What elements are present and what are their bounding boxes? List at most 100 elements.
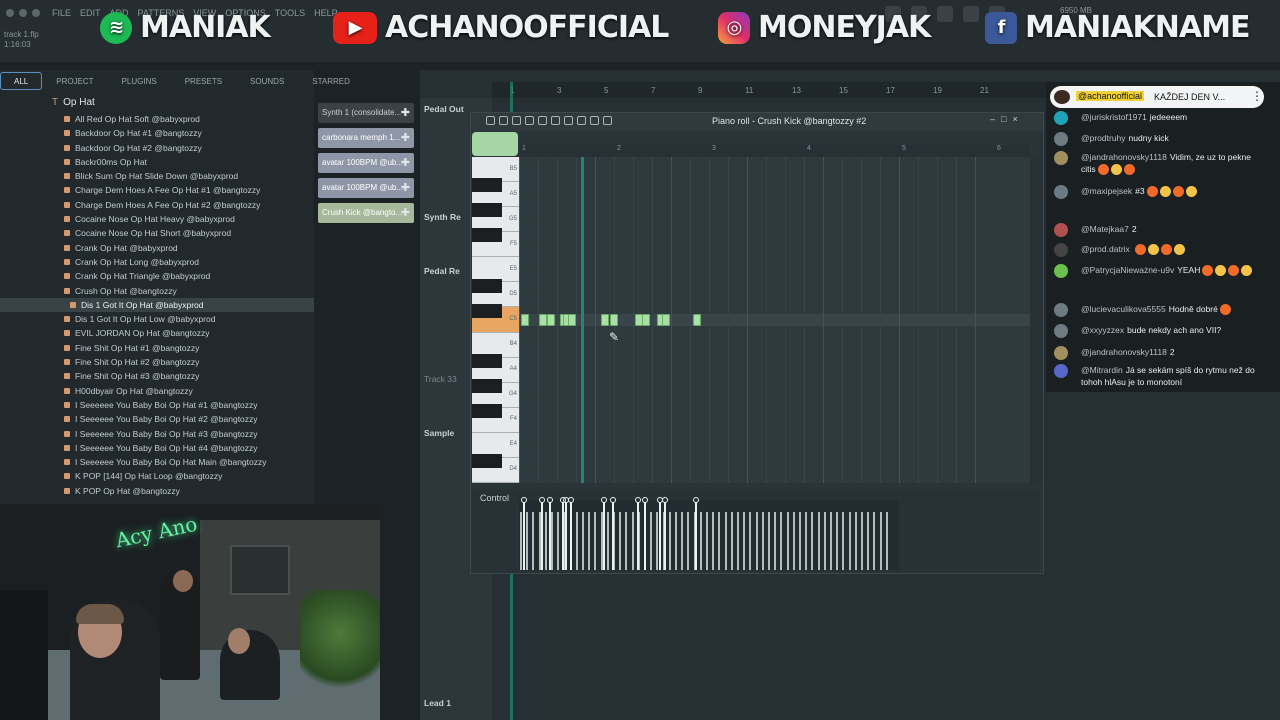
chat-username[interactable]: @xxyyzzex — [1081, 325, 1124, 335]
piano-keyboard[interactable]: B5 A5 G5 F5 E5 D5 C5 B4 A4 G4 F4 E4 D4 — [472, 157, 519, 483]
velocity-bar[interactable] — [557, 512, 560, 570]
plus-icon[interactable]: ✚ — [401, 153, 410, 173]
avatar[interactable] — [1054, 151, 1068, 165]
velocity-bar[interactable] — [786, 512, 789, 570]
tab-sounds[interactable]: SOUNDS — [236, 72, 298, 90]
velocity-bar[interactable] — [520, 512, 522, 570]
tab-plugins[interactable]: PLUGINS — [108, 72, 171, 90]
list-item[interactable]: Cocaine Nose Op Hat Heavy @babyxprod — [0, 212, 314, 226]
track-label[interactable]: Track 33 — [424, 374, 457, 384]
track-label[interactable]: Pedal Out — [424, 104, 464, 114]
velocity-bar[interactable] — [768, 512, 770, 570]
note[interactable] — [546, 314, 555, 326]
velocity-bar[interactable] — [706, 512, 708, 570]
list-item[interactable]: I Seeeeee You Baby Boi Op Hat #3 @bangto… — [0, 427, 314, 441]
velocity-bar[interactable] — [544, 512, 547, 570]
menu-file[interactable]: FILE — [52, 8, 71, 18]
browser-folder[interactable]: T Op Hat — [52, 97, 95, 108]
velocity-handle[interactable] — [634, 497, 641, 503]
maximize-icon[interactable]: □ — [1001, 114, 1006, 124]
tab-all[interactable]: ALL — [0, 72, 43, 90]
note-velocity[interactable] — [602, 502, 605, 570]
chat-username[interactable]: @prod.datrix — [1081, 244, 1130, 254]
list-item[interactable]: Crush Op Hat @bangtozzy — [0, 284, 314, 298]
velocity-bar[interactable] — [650, 512, 653, 570]
velocity-bar[interactable] — [861, 512, 863, 570]
list-item[interactable]: Charge Dem Hoes A Fee Op Hat #2 @bangtoz… — [0, 198, 314, 212]
list-item[interactable]: K POP [144] Op Hat Loop @bangtozzy — [0, 469, 314, 483]
channel-button[interactable]: Crush Kick @bangto... ✚ — [318, 203, 414, 223]
velocity-bar[interactable] — [588, 512, 591, 570]
playback-icon[interactable] — [603, 116, 612, 125]
velocity-bar[interactable] — [594, 512, 597, 570]
avatar[interactable] — [1054, 111, 1068, 125]
black-key[interactable] — [472, 203, 502, 218]
velocity-bar[interactable] — [867, 512, 870, 570]
velocity-handle[interactable] — [641, 497, 648, 503]
velocity-bar[interactable] — [668, 512, 671, 570]
velocity-bar[interactable] — [842, 512, 845, 570]
velocity-bar[interactable] — [625, 512, 628, 570]
note-velocity[interactable] — [548, 502, 551, 570]
black-key[interactable] — [472, 353, 502, 368]
note-velocity[interactable] — [570, 502, 573, 570]
velocity-bar[interactable] — [854, 512, 857, 570]
list-item[interactable]: I Seeeeee You Baby Boi Op Hat #4 @bangto… — [0, 441, 314, 455]
list-item[interactable]: EVIL JORDAN Op Hat @bangtozzy — [0, 326, 314, 340]
velocity-bar[interactable] — [811, 512, 814, 570]
chat-username[interactable]: @PatrycjaNieważne-u9v — [1081, 265, 1174, 275]
black-key[interactable] — [472, 228, 502, 243]
velocity-bar[interactable] — [817, 512, 820, 570]
avatar[interactable] — [1054, 223, 1068, 237]
channel-button[interactable]: carbonara memph 1... ✚ — [318, 128, 414, 148]
menu-tools[interactable]: TOOLS — [275, 8, 305, 18]
piano-roll-icon[interactable] — [937, 6, 953, 22]
piano-roll-grid[interactable] — [519, 157, 1030, 483]
track-label[interactable]: Pedal Re — [424, 266, 460, 276]
minimize-icon[interactable]: – — [990, 114, 995, 124]
note-velocity[interactable] — [564, 502, 567, 570]
velocity-bar[interactable] — [799, 512, 801, 570]
velocity-bar[interactable] — [699, 512, 702, 570]
list-item[interactable]: Fine Shit Op Hat #3 @bangtozzy — [0, 369, 314, 383]
chat-username[interactable]: @Mitrardin — [1081, 365, 1123, 375]
avatar[interactable] — [1054, 346, 1068, 360]
velocity-bar[interactable] — [755, 512, 758, 570]
play-icon[interactable] — [499, 116, 508, 125]
note-velocity[interactable] — [643, 502, 646, 570]
avatar[interactable] — [1054, 364, 1068, 378]
velocity-handle[interactable] — [568, 497, 575, 503]
velocity-handle[interactable] — [661, 497, 668, 503]
note-velocity[interactable] — [658, 502, 661, 570]
velocity-bar[interactable] — [823, 512, 826, 570]
velocity-handle[interactable] — [546, 497, 553, 503]
note-velocity[interactable] — [636, 502, 639, 570]
mute-icon[interactable] — [551, 116, 560, 125]
velocity-bar[interactable] — [631, 512, 634, 570]
close-icon[interactable]: × — [1012, 114, 1017, 124]
avatar[interactable] — [1054, 303, 1068, 317]
menu-edit[interactable]: EDIT — [80, 8, 101, 18]
list-item[interactable]: Dis 1 Got It Op Hat @babyxprod — [0, 297, 314, 313]
velocity-bar[interactable] — [836, 512, 839, 570]
velocity-bar[interactable] — [761, 512, 764, 570]
velocity-bar[interactable] — [687, 512, 690, 570]
velocity-bar[interactable] — [575, 512, 578, 570]
piano-roll-overview[interactable] — [472, 132, 518, 156]
list-item[interactable]: I Seeeeee You Baby Boi Op Hat #1 @bangto… — [0, 398, 314, 412]
list-item[interactable]: Blick Sum Op Hat Slide Down @babyxprod — [0, 169, 314, 183]
list-item[interactable]: K POP Op Hat @bangtozzy — [0, 484, 314, 498]
velocity-handle[interactable] — [610, 497, 617, 503]
velocity-bar[interactable] — [526, 512, 529, 570]
list-item[interactable]: Backr00ms Op Hat — [0, 155, 314, 169]
note-velocity[interactable] — [561, 502, 564, 570]
list-item[interactable]: Crank Op Hat Long @babyxprod — [0, 255, 314, 269]
velocity-bar[interactable] — [774, 512, 777, 570]
list-item[interactable]: Cocaine Nose Op Hat Short @babyxprod — [0, 226, 314, 240]
browser-icon[interactable] — [963, 6, 979, 22]
velocity-bar[interactable] — [792, 512, 795, 570]
velocity-bar[interactable] — [830, 512, 832, 570]
velocity-bar[interactable] — [681, 512, 684, 570]
list-item[interactable]: H00dbyair Op Hat @bangtozzy — [0, 384, 314, 398]
avatar[interactable] — [1054, 185, 1068, 199]
